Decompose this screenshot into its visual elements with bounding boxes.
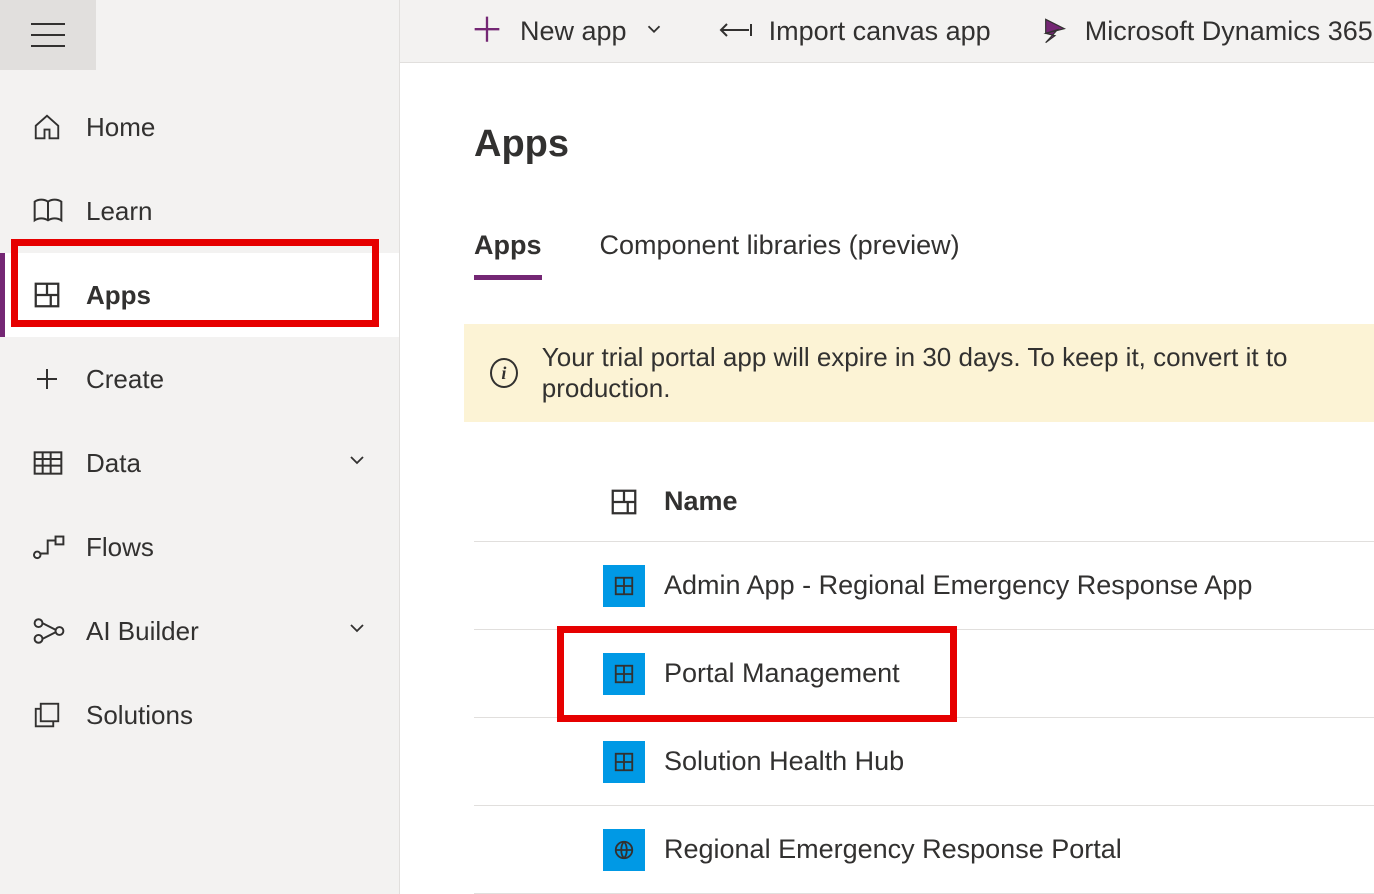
dynamics-365-icon — [1041, 17, 1069, 45]
table-row[interactable]: Admin App - Regional Emergency Response … — [474, 542, 1374, 630]
learn-icon — [32, 196, 86, 226]
trial-notice-banner: i Your trial portal app will expire in 3… — [464, 324, 1374, 422]
nav-label: Learn — [86, 196, 153, 227]
flows-icon — [32, 532, 86, 562]
nav-list: Home Learn Apps Create Data — [0, 70, 399, 757]
app-name-cell: Solution Health Hub — [664, 746, 1374, 777]
sidebar-item-flows[interactable]: Flows — [0, 505, 399, 589]
solutions-icon — [32, 700, 86, 730]
sidebar-item-learn[interactable]: Learn — [0, 169, 399, 253]
nav-label: AI Builder — [86, 616, 199, 647]
sidebar-item-home[interactable]: Home — [0, 85, 399, 169]
cmd-label: Import canvas app — [769, 16, 991, 47]
plus-icon — [32, 364, 86, 394]
table-header-row: Name — [474, 462, 1374, 542]
main-content: ＋ New app Import canvas app Microsoft Dy… — [400, 0, 1374, 894]
data-icon — [32, 448, 86, 478]
nav-label: Create — [86, 364, 164, 395]
sidebar-item-create[interactable]: Create — [0, 337, 399, 421]
model-app-icon — [603, 653, 645, 695]
chevron-down-icon — [345, 616, 369, 647]
chevron-down-icon — [643, 16, 665, 47]
notice-text: Your trial portal app will expire in 30 … — [542, 342, 1348, 404]
model-app-icon — [603, 565, 645, 607]
nav-label: Data — [86, 448, 141, 479]
table-row[interactable]: Solution Health Hub — [474, 718, 1374, 806]
command-bar: ＋ New app Import canvas app Microsoft Dy… — [400, 0, 1374, 63]
dynamics-365-button[interactable]: Microsoft Dynamics 365 — [1041, 16, 1373, 47]
apps-icon — [32, 280, 86, 310]
apps-table: Name Admin App - Regional Emergency Resp… — [474, 462, 1374, 894]
app-name-cell: Regional Emergency Response Portal — [664, 834, 1374, 865]
table-row[interactable]: Regional Emergency Response Portal — [474, 806, 1374, 894]
tab-apps[interactable]: Apps — [474, 230, 542, 280]
portal-app-icon — [603, 829, 645, 871]
sidebar: Home Learn Apps Create Data — [0, 0, 400, 894]
chevron-down-icon — [345, 448, 369, 479]
sidebar-item-ai-builder[interactable]: AI Builder — [0, 589, 399, 673]
nav-label: Home — [86, 112, 155, 143]
app-name-cell: Portal Management — [664, 658, 1374, 689]
page-title: Apps — [474, 123, 1374, 166]
import-canvas-button[interactable]: Import canvas app — [715, 16, 991, 47]
cmd-label: New app — [520, 16, 627, 47]
sidebar-item-solutions[interactable]: Solutions — [0, 673, 399, 757]
home-icon — [32, 112, 86, 142]
cmd-label: Microsoft Dynamics 365 — [1085, 16, 1373, 47]
model-app-icon — [603, 741, 645, 783]
nav-label: Flows — [86, 532, 154, 563]
sidebar-item-apps[interactable]: Apps — [0, 253, 399, 337]
hamburger-button[interactable] — [0, 0, 96, 70]
hamburger-icon — [31, 23, 65, 47]
tab-list: Apps Component libraries (preview) — [474, 230, 1374, 280]
plus-icon: ＋ — [470, 14, 504, 48]
nav-label: Apps — [86, 280, 151, 311]
app-name-cell: Admin App - Regional Emergency Response … — [664, 570, 1374, 601]
table-row[interactable]: Portal Management — [474, 630, 1374, 718]
import-arrow-icon — [715, 16, 753, 47]
info-icon: i — [490, 358, 518, 388]
nav-label: Solutions — [86, 700, 193, 731]
apps-header-icon — [584, 487, 664, 517]
column-header-name[interactable]: Name — [664, 486, 1374, 517]
new-app-button[interactable]: ＋ New app — [470, 14, 665, 48]
sidebar-item-data[interactable]: Data — [0, 421, 399, 505]
ai-builder-icon — [32, 616, 86, 646]
page-content: Apps Apps Component libraries (preview) … — [400, 63, 1374, 894]
tab-component-libraries[interactable]: Component libraries (preview) — [600, 230, 960, 280]
